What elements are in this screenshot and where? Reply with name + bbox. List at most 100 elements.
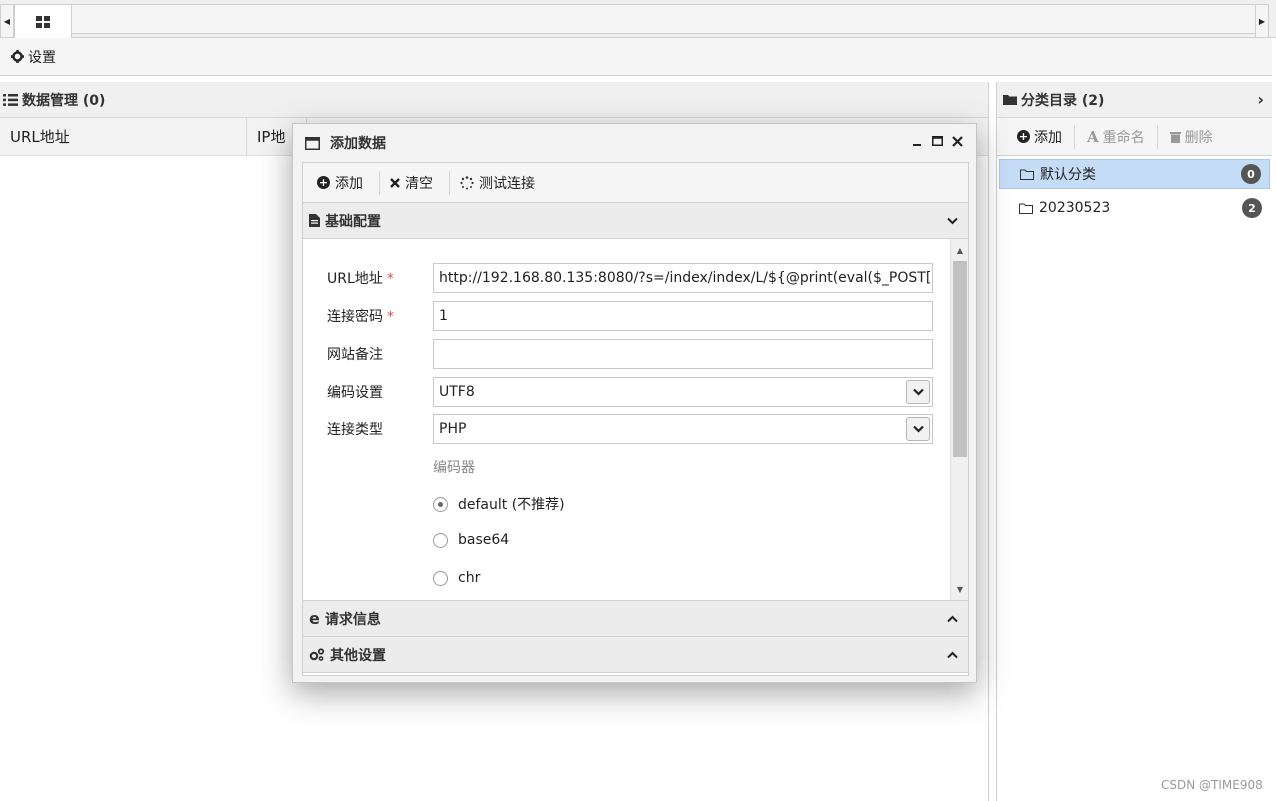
note-label: 网站备注: [327, 347, 383, 363]
folder-outline-icon: [1019, 203, 1033, 214]
settings-label: 设置: [28, 49, 56, 66]
note-input[interactable]: [433, 339, 933, 369]
dialog-toolbar: + 添加 清空 测试连接: [303, 163, 968, 203]
password-input[interactable]: 1: [433, 301, 933, 331]
chevron-up-icon: [947, 647, 958, 663]
dialog-title: 添加数据: [330, 136, 386, 152]
category-name: 20230523: [1039, 200, 1111, 216]
tab-bar: ◀ ▶: [0, 0, 1276, 38]
column-url[interactable]: URL地址: [0, 117, 247, 156]
other-settings-title: 其他设置: [330, 647, 386, 664]
category-panel-title: 分类目录 (2): [1021, 92, 1105, 109]
gear-icon: [11, 50, 24, 63]
url-input[interactable]: http://192.168.80.135:8080/?s=/index/ind…: [433, 263, 933, 293]
data-panel-title: 数据管理 (0): [22, 92, 106, 109]
main-toolbar: 设置: [0, 38, 1272, 76]
scrollbar-thumb[interactable]: [953, 261, 967, 457]
clear-button[interactable]: 清空: [390, 173, 449, 193]
spinner-icon: [460, 175, 474, 189]
category-list: 默认分类 0 20230523 2: [997, 156, 1272, 230]
category-add-button[interactable]: + 添加: [1015, 127, 1074, 147]
encoding-row: 编码设置 UTF8: [303, 377, 943, 407]
dialog-add-button[interactable]: + 添加: [317, 173, 379, 193]
settings-button[interactable]: 设置: [11, 47, 56, 67]
required-mark: *: [387, 309, 394, 325]
basic-config-form: URL地址 * http://192.168.80.135:8080/?s=/in…: [303, 239, 968, 601]
category-delete-button[interactable]: 删除: [1168, 127, 1225, 147]
note-row: 网站备注: [303, 339, 943, 369]
dialog-body: + 添加 清空 测试连接 基础配置 URL地址 * http://192.168…: [302, 162, 969, 676]
list-icon: [3, 93, 18, 106]
request-info-title: 请求信息: [324, 611, 381, 628]
radio-button[interactable]: [433, 496, 448, 512]
type-row: 连接类型 PHP: [303, 414, 943, 444]
toolbar-separator: [379, 170, 380, 195]
toolbar-separator: [1074, 124, 1075, 149]
basic-config-title: 基础配置: [325, 213, 381, 230]
type-select[interactable]: PHP: [433, 414, 933, 444]
password-row: 连接密码 * 1: [303, 301, 943, 331]
encoder-option-label: chr: [458, 570, 481, 586]
tab-home[interactable]: [14, 4, 72, 38]
folder-icon: [1003, 95, 1017, 105]
dialog-title-bar[interactable]: 添加数据: [293, 124, 976, 162]
required-mark: *: [386, 271, 394, 287]
category-panel-header: 分类目录 (2) ›: [997, 82, 1272, 118]
url-row: URL地址 * http://192.168.80.135:8080/?s=/in…: [303, 263, 943, 293]
close-icon[interactable]: [950, 134, 964, 148]
other-settings-header[interactable]: 其他设置: [303, 637, 968, 673]
encoder-title: 编码器: [433, 460, 475, 476]
tab-scroll-left-button[interactable]: ◀: [0, 4, 14, 38]
file-text-icon: [309, 214, 320, 227]
test-connection-label: 测试连接: [479, 175, 535, 192]
chevron-right-icon[interactable]: ›: [1257, 90, 1264, 109]
tab-strip: [72, 4, 1255, 34]
add-data-dialog: 添加数据 + 添加 清空 测试连接 基础配置 URL地址 * http://19…: [292, 123, 977, 683]
encoder-option-label: default (不推荐): [458, 497, 565, 513]
scroll-up-icon[interactable]: ▲: [951, 241, 968, 259]
category-rename-button[interactable]: A 重命名: [1085, 127, 1157, 147]
encoder-option-chr[interactable]: chr: [433, 570, 480, 586]
encoding-value: UTF8: [439, 384, 475, 400]
test-connection-button[interactable]: 测试连接: [460, 173, 551, 193]
count-badge: 0: [1241, 164, 1261, 184]
encoder-option-label: base64: [458, 532, 510, 548]
encoder-option-default[interactable]: default (不推荐): [433, 494, 565, 514]
plus-circle-icon: +: [1017, 130, 1030, 143]
category-item[interactable]: 20230523 2: [999, 193, 1270, 223]
category-item[interactable]: 默认分类 0: [999, 159, 1270, 189]
url-label: URL地址 *: [327, 271, 394, 287]
category-name: 默认分类: [1040, 167, 1096, 183]
tab-scroll-right-button[interactable]: ▶: [1255, 4, 1269, 38]
category-rename-label: 重命名: [1102, 129, 1145, 146]
window-icon: [305, 136, 320, 150]
type-label: 连接类型: [327, 422, 383, 438]
chevron-up-icon: [947, 611, 958, 627]
font-icon: A: [1087, 127, 1099, 146]
maximize-icon[interactable]: [930, 134, 944, 148]
chevron-down-icon: [947, 213, 958, 229]
category-toolbar: + 添加 A 重命名 删除: [997, 118, 1272, 156]
minimize-icon[interactable]: [910, 134, 924, 148]
category-delete-label: 删除: [1184, 129, 1213, 146]
plus-circle-icon: +: [317, 176, 330, 189]
radio-button[interactable]: [433, 532, 448, 548]
ie-icon: e: [309, 609, 320, 628]
type-value: PHP: [439, 421, 467, 437]
vertical-scrollbar[interactable]: ▲ ▼: [950, 239, 968, 600]
count-badge: 2: [1242, 198, 1262, 218]
request-info-header[interactable]: e 请求信息: [303, 601, 968, 637]
radio-button[interactable]: [433, 570, 448, 586]
chevron-down-icon[interactable]: [906, 417, 930, 441]
clear-label: 清空: [405, 175, 433, 192]
grid-icon: [36, 15, 50, 28]
category-add-label: 添加: [1034, 129, 1062, 146]
folder-outline-icon: [1020, 169, 1034, 180]
scroll-down-icon[interactable]: ▼: [951, 580, 968, 598]
dialog-add-label: 添加: [335, 175, 363, 192]
encoding-label: 编码设置: [327, 385, 383, 401]
encoding-select[interactable]: UTF8: [433, 377, 933, 407]
encoder-option-base64[interactable]: base64: [433, 532, 509, 548]
chevron-down-icon[interactable]: [906, 380, 930, 404]
basic-config-header[interactable]: 基础配置: [303, 203, 968, 239]
